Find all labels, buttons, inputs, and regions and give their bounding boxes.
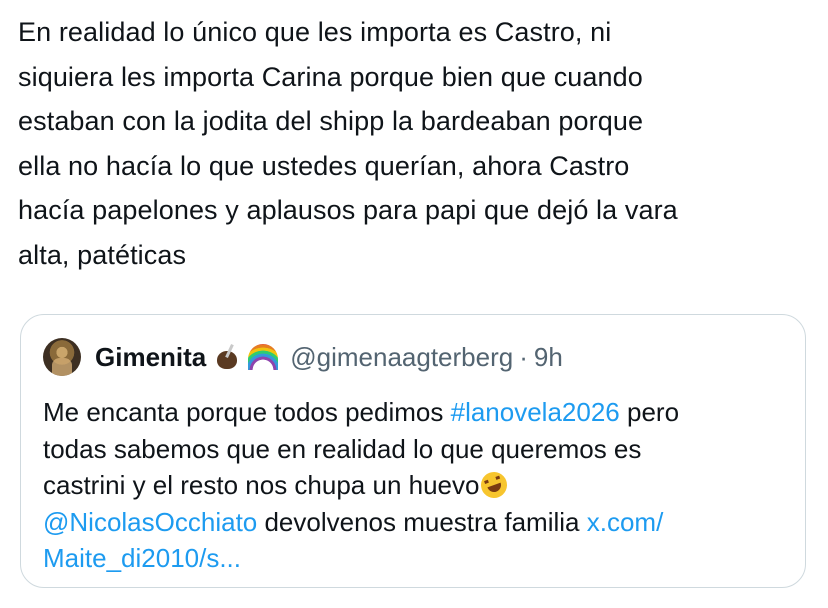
text-segment: Me encanta porque todos pedimos: [43, 397, 451, 427]
separator-dot: ·: [519, 341, 528, 372]
tweet-text-line: hacía papelones y aplausos para papi que…: [18, 195, 678, 225]
tweet-text: En realidad lo único que les importa es …: [18, 10, 808, 277]
quoted-text-line: castrini y el resto nos chupa un huevo: [43, 467, 793, 504]
author-name[interactable]: Gimenita: [95, 342, 206, 373]
tweet-text-line: estaban con la jodita del shipp la barde…: [18, 106, 644, 136]
quoted-tweet-header: Gimenita @gimenaagterberg · 9h: [43, 337, 563, 377]
rolling-on-floor-laughing-icon: [477, 468, 512, 502]
quoted-tweet-card[interactable]: Gimenita @gimenaagterberg · 9h Me encant…: [20, 314, 806, 588]
hashtag-link[interactable]: #lanovela2026: [451, 397, 620, 427]
quoted-text-line: todas sabemos que en realidad lo que que…: [43, 433, 642, 464]
text-segment: castrini y el resto nos chupa un huevo: [43, 470, 480, 500]
timestamp[interactable]: 9h: [534, 342, 563, 373]
quoted-text-line: @NicolasOcchiato devolvenos muestra fami…: [43, 504, 793, 541]
url-link[interactable]: x.com/: [587, 507, 664, 537]
mention-link[interactable]: @NicolasOcchiato: [43, 507, 257, 537]
rainbow-icon: [248, 344, 279, 370]
url-link[interactable]: Maite_di2010/s...: [43, 543, 241, 573]
text-segment: pero: [619, 397, 680, 427]
mate-icon: [214, 344, 240, 370]
quoted-text-line: Me encanta porque todos pedimos #lanovel…: [43, 394, 793, 431]
tweet-text-line: ella no hacía lo que ustedes querían, ah…: [18, 150, 630, 181]
author-handle[interactable]: @gimenaagterberg: [290, 342, 513, 373]
text-segment: devolvenos muestra familia: [257, 506, 587, 537]
quoted-text-line: Maite_di2010/s...: [43, 540, 793, 577]
quoted-tweet-text: Me encanta porque todos pedimos #lanovel…: [43, 394, 793, 577]
tweet-text-line: alta, patéticas: [18, 239, 187, 270]
tweet-text-line: En realidad lo único que les importa es …: [18, 17, 612, 47]
tweet-text-line: siquiera les importa Carina porque bien …: [18, 61, 643, 92]
avatar[interactable]: [43, 338, 81, 376]
